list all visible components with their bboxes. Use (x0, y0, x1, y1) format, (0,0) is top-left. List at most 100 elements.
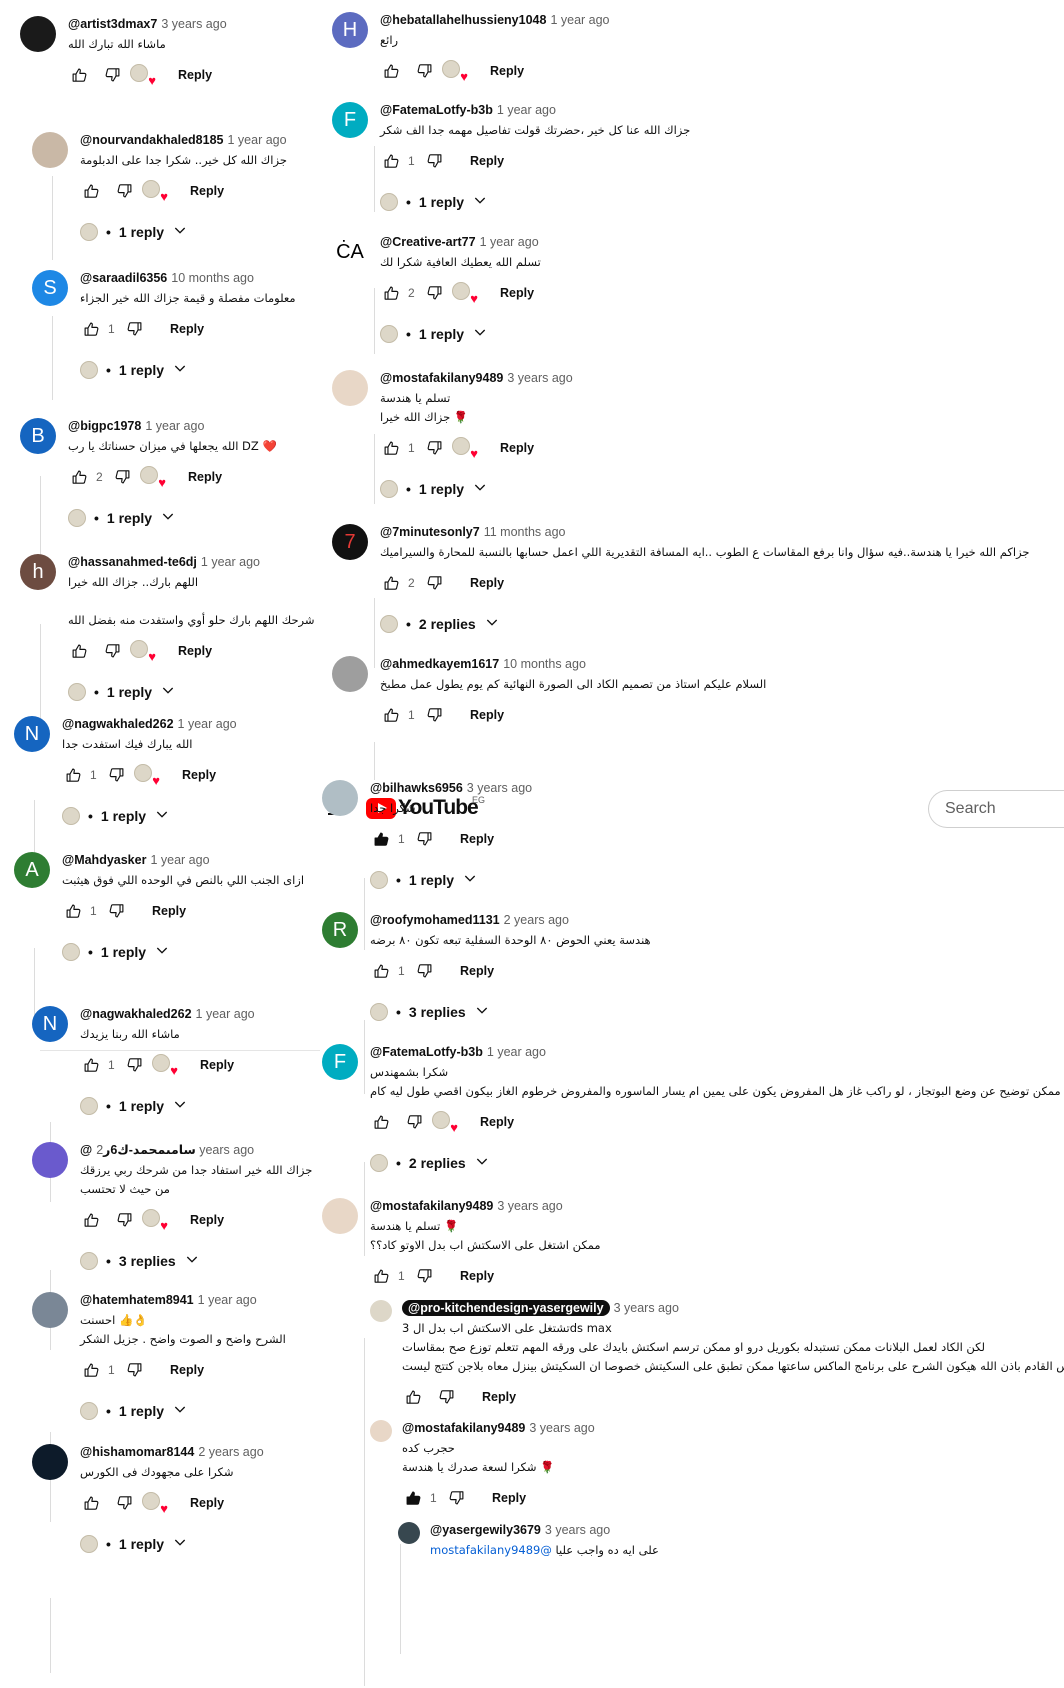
comment-time[interactable]: 1 year ago (201, 555, 260, 569)
comment-time[interactable]: 1 year ago (497, 103, 556, 117)
thumb-down-icon[interactable] (414, 828, 436, 850)
thumb-up-icon[interactable] (80, 1492, 102, 1514)
avatar[interactable] (332, 370, 368, 406)
reply-button[interactable]: Reply (492, 1491, 526, 1505)
thumb-down-icon[interactable] (106, 900, 128, 922)
comment-time[interactable]: 1 year ago (150, 853, 209, 867)
thumb-down-icon[interactable] (424, 437, 446, 459)
thumb-up-icon[interactable] (402, 1487, 424, 1509)
reply-button[interactable]: Reply (188, 470, 222, 484)
view-replies-button[interactable]: • 1 reply (380, 324, 1064, 343)
thumb-up-icon[interactable] (68, 466, 90, 488)
comment-time[interactable]: 1 year ago (198, 1293, 257, 1307)
reply-button[interactable]: Reply (470, 576, 504, 590)
thumb-down-icon[interactable] (102, 64, 124, 86)
reply-button[interactable]: Reply (152, 904, 186, 918)
comment-time[interactable]: 2 years ago (198, 1445, 263, 1459)
comment-author[interactable]: @yasergewily3679 (430, 1523, 541, 1537)
comment-time[interactable]: 1 year ago (480, 235, 539, 249)
thumb-down-icon[interactable] (424, 282, 446, 304)
avatar[interactable]: F (332, 102, 368, 138)
avatar[interactable]: H (332, 12, 368, 48)
reply-button[interactable]: Reply (182, 768, 216, 782)
comment-time[interactable]: 1 year ago (178, 717, 237, 731)
thumb-down-icon[interactable] (414, 1265, 436, 1287)
thumb-up-icon[interactable] (380, 150, 402, 172)
thumb-up-icon[interactable] (80, 1359, 102, 1381)
reply-button[interactable]: Reply (460, 1269, 494, 1283)
view-replies-button[interactable]: • 2 replies (370, 1153, 1064, 1172)
avatar[interactable]: N (14, 716, 50, 752)
comment-author[interactable]: @FatemaLotfy-b3b (370, 1045, 483, 1059)
thumb-up-icon[interactable] (68, 64, 90, 86)
comment-author[interactable]: @7minutesonly7 (380, 525, 480, 539)
avatar[interactable] (370, 1420, 392, 1442)
thumb-down-icon[interactable] (436, 1386, 458, 1408)
thumb-up-icon[interactable] (380, 60, 402, 82)
thumb-down-icon[interactable] (112, 466, 134, 488)
avatar[interactable] (32, 1292, 68, 1328)
avatar[interactable]: F (322, 1044, 358, 1080)
reply-button[interactable]: Reply (470, 154, 504, 168)
thumb-up-icon[interactable] (80, 180, 102, 202)
mention-link[interactable]: @mostafakilany9489 (430, 1543, 552, 1557)
comment-author[interactable]: @mostafakilany9489 (370, 1199, 493, 1213)
comment-time[interactable]: 11 months ago (484, 525, 566, 539)
comment-author[interactable]: @bigpc1978 (68, 419, 141, 433)
view-replies-button[interactable]: • 2 replies (380, 614, 1064, 633)
comment-time[interactable]: 1 year ago (145, 419, 204, 433)
thumb-up-icon[interactable] (370, 1265, 392, 1287)
avatar[interactable] (32, 132, 68, 168)
reply-button[interactable]: Reply (170, 322, 204, 336)
thumb-down-icon[interactable] (414, 960, 436, 982)
view-replies-button[interactable]: • 1 reply (380, 479, 1064, 498)
comment-author[interactable]: @hassanahmed-te6dj (68, 555, 197, 569)
comment-author[interactable]: @hatemhatem8941 (80, 1293, 194, 1307)
avatar[interactable]: R (322, 912, 358, 948)
comment-time[interactable]: 1 year ago (487, 1045, 546, 1059)
comment-author[interactable]: @Creative-art77 (380, 235, 476, 249)
reply-button[interactable]: Reply (460, 832, 494, 846)
thumb-down-icon[interactable] (446, 1487, 468, 1509)
thumb-up-icon[interactable] (402, 1386, 424, 1408)
avatar[interactable] (32, 1142, 68, 1178)
thumb-down-icon[interactable] (424, 572, 446, 594)
reply-button[interactable]: Reply (190, 1496, 224, 1510)
thumb-down-icon[interactable] (114, 180, 136, 202)
reply-button[interactable]: Reply (482, 1390, 516, 1404)
view-replies-button[interactable]: • 3 replies (370, 1002, 1064, 1021)
thumb-down-icon[interactable] (124, 318, 146, 340)
thumb-down-icon[interactable] (124, 1054, 146, 1076)
thumb-up-icon[interactable] (62, 764, 84, 786)
avatar[interactable] (370, 1300, 392, 1322)
thumb-down-icon[interactable] (106, 764, 128, 786)
avatar[interactable]: 7 (332, 524, 368, 560)
avatar[interactable] (32, 1444, 68, 1480)
comment-author[interactable]: @pro-kitchendesign-yasergewily (402, 1300, 610, 1316)
reply-button[interactable]: Reply (178, 68, 212, 82)
comment-time[interactable]: 1 year ago (228, 133, 287, 147)
thumb-down-icon[interactable] (102, 640, 124, 662)
reply-button[interactable]: Reply (500, 441, 534, 455)
thumb-down-icon[interactable] (424, 704, 446, 726)
reply-button[interactable]: Reply (200, 1058, 234, 1072)
thumb-up-icon[interactable] (68, 640, 90, 662)
view-replies-button[interactable]: • 1 reply (380, 192, 1064, 211)
reply-button[interactable]: Reply (178, 644, 212, 658)
comment-time[interactable]: 1 year ago (550, 13, 609, 27)
thumb-down-icon[interactable] (114, 1492, 136, 1514)
thumb-up-icon[interactable] (380, 572, 402, 594)
comment-time[interactable]: 3 years ago (614, 1301, 679, 1315)
avatar[interactable] (398, 1522, 420, 1544)
thumb-up-icon[interactable] (80, 1209, 102, 1231)
comment-author[interactable]: @nagwakhaled262 (80, 1007, 192, 1021)
comment-author[interactable]: @hebatallahelhussieny1048 (380, 13, 546, 27)
thumb-up-icon[interactable] (370, 828, 392, 850)
comment-author[interactable]: @hishamomar8144 (80, 1445, 194, 1459)
comment-author[interactable]: @mostafakilany9489 (380, 371, 503, 385)
comment-time[interactable]: 3 years ago (529, 1421, 594, 1435)
avatar[interactable]: S (32, 270, 68, 306)
comment-time[interactable]: 2 years ago (504, 913, 569, 927)
reply-button[interactable]: Reply (490, 64, 524, 78)
thumb-up-icon[interactable] (370, 1111, 392, 1133)
